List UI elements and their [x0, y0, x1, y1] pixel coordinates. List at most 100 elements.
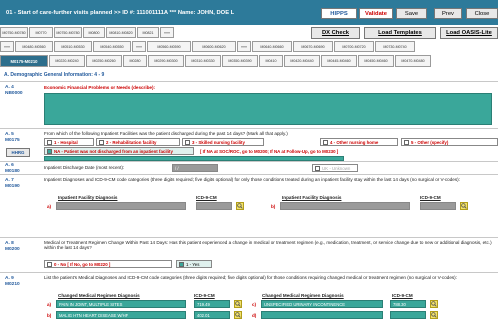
- tab-m0670[interactable]: M0670-M0690: [293, 41, 333, 52]
- m0210-b-icd-input[interactable]: 402.01: [194, 311, 230, 319]
- m0175-option-snf[interactable]: 3 - Skilled nursing facility: [182, 138, 264, 146]
- m0190-b-icd-input[interactable]: [420, 202, 456, 210]
- tab-m0510[interactable]: M0510-M0530: [54, 41, 92, 52]
- tab-m0220[interactable]: M0220-M0240: [49, 55, 85, 67]
- prev-button[interactable]: Prev: [434, 8, 462, 19]
- item-m0175-id: M0175: [5, 138, 20, 143]
- tab-m0450[interactable]: M0450-M0460: [358, 55, 394, 67]
- hipps-button[interactable]: HIPPS: [321, 8, 357, 19]
- m0210-a-icd-input[interactable]: 719.49: [194, 300, 230, 308]
- m0210-c-diagnosis-input[interactable]: UNSPECIFIED URINARY INCONTINENCE: [261, 300, 383, 308]
- section-title: A. Demographic General Information: 4 - …: [4, 72, 105, 78]
- dx-check-label: DX Check: [321, 30, 350, 36]
- item-m0210: A. 9 M0210 List the patient's Medical Di…: [0, 272, 498, 335]
- m0210-diagnosis-header-2: Changed Medical Regimen Diagnosis: [262, 293, 344, 298]
- item-m0190: A. 7 M0190 Inpatient Diagnoses and ICD-9…: [0, 174, 498, 236]
- tab-row-3: M0175-M0210 M0220-M0240 M0250-M0260 M028…: [0, 55, 432, 67]
- m0175-na-label: NA - Patient was not discharged from an …: [54, 148, 173, 154]
- economic-problems-textarea[interactable]: [44, 93, 492, 125]
- tab-m0770[interactable]: M0770: [29, 27, 53, 38]
- item-m0175: A. 5 M0175 From which of the following I…: [0, 128, 498, 161]
- item-a4-code: A. 4 NB0000: [5, 85, 23, 97]
- m0175-option-na[interactable]: NA - Patient was not discharged from an …: [44, 147, 194, 155]
- radio-icon: [47, 261, 52, 267]
- tab-m0410[interactable]: M0410: [259, 55, 283, 67]
- tab-m0420[interactable]: M0420-M0440: [284, 55, 320, 67]
- load-templates-button[interactable]: Load Templates: [364, 27, 436, 39]
- m0210-c-icd-input[interactable]: 788.30: [390, 300, 426, 308]
- m0190-b-diagnosis-input[interactable]: [280, 202, 410, 210]
- tab-m0600[interactable]: M0600-M0620: [192, 41, 236, 52]
- checkbox-icon: [99, 139, 104, 145]
- save-button[interactable]: Save: [396, 8, 427, 19]
- close-button[interactable]: Close: [466, 8, 498, 19]
- item-m0210-id: M0210: [5, 282, 20, 287]
- m0190-question: Inpatient Diagnoses and ICD-9-CM code ca…: [44, 177, 460, 182]
- tab-m0480[interactable]: M0480-M0560: [15, 41, 53, 52]
- m0190-icd-header: ICD-9-CM: [196, 195, 217, 200]
- tab-m0540[interactable]: M0540-M0550: [93, 41, 131, 52]
- economic-problems-label: Economic Financial Problems or Needs (de…: [44, 85, 156, 90]
- tab-m0750-a[interactable]: M0750-M0780: [0, 27, 28, 38]
- m0190-b-lookup-icon[interactable]: [460, 202, 468, 210]
- hhrg-button[interactable]: HHRG: [6, 148, 30, 157]
- m0210-row-d-label: d): [252, 313, 257, 318]
- tab-m0250[interactable]: M0250-M0260: [86, 55, 122, 67]
- m0200-option-no[interactable]: 0 - No [ If No, go to M0220 ]: [44, 260, 172, 268]
- item-m0200: A. 8 M0200 Medical or Treatment Regimen …: [0, 237, 498, 271]
- dx-check-button[interactable]: DX Check: [311, 27, 360, 39]
- checkbox-icon: [185, 139, 190, 145]
- m0190-a-icd-input[interactable]: [196, 202, 232, 210]
- load-oasis-lite-button[interactable]: Load OASIS-Lite: [440, 27, 498, 39]
- m0210-a-lookup-icon[interactable]: [234, 300, 242, 308]
- tab-next-arrows[interactable]: »»»: [160, 27, 174, 38]
- m0190-diagnosis-header-2: Inpatient Facility Diagnosis: [282, 195, 342, 200]
- tab-m0730[interactable]: M0730-M0740: [375, 41, 415, 52]
- m0200-option-yes[interactable]: 1 - Yes: [176, 260, 212, 268]
- tab-m0821[interactable]: M0821: [137, 27, 159, 38]
- validate-button[interactable]: Validate: [359, 8, 393, 19]
- tab-m0750-b[interactable]: M0750-M0780: [54, 27, 82, 38]
- checkbox-icon: [404, 139, 409, 145]
- tab-m0310[interactable]: M0310-M0330: [185, 55, 221, 67]
- m0210-d-diagnosis-input[interactable]: [261, 311, 383, 319]
- m0210-d-icd-input[interactable]: [390, 311, 426, 319]
- item-a4-id: NB0000: [5, 91, 23, 96]
- m0210-a-diagnosis-input[interactable]: PAIN IN JOINT, MULTIPLE SITES: [56, 300, 186, 308]
- m0210-row-c-label: c): [252, 302, 257, 307]
- discharge-date-input[interactable]: / /: [172, 164, 218, 172]
- m0210-row-b-label: b): [47, 313, 52, 318]
- m0175-option-hospital[interactable]: 1 - Hospital: [44, 138, 94, 146]
- tab-row-2: ««« M0480-M0560 M0510-M0530 M0540-M0550 …: [0, 41, 416, 52]
- m0175-option-4-label: 4 - Other nursing home: [330, 139, 379, 145]
- tab-m0810[interactable]: M0810-M0820: [106, 27, 136, 38]
- checkbox-icon: [315, 165, 320, 171]
- tab-m0290[interactable]: M0290-M0300: [148, 55, 184, 67]
- tab-prev-arrows[interactable]: «««: [0, 41, 14, 52]
- tab-m0175-active[interactable]: M0175-M0210: [0, 55, 48, 67]
- radio-checked-icon: [179, 261, 184, 267]
- tab-m0700[interactable]: M0700-M0720: [334, 41, 374, 52]
- m0180-unknown-checkbox[interactable]: UK - Unknown: [312, 164, 358, 172]
- m0210-d-lookup-icon[interactable]: [430, 311, 438, 319]
- m0190-a-diagnosis-input[interactable]: [56, 202, 186, 210]
- tab-next-arrows-2[interactable]: »»»: [132, 41, 146, 52]
- tab-m0560[interactable]: M0560-M0590: [147, 41, 191, 52]
- m0175-option-rehab[interactable]: 2 - Rehabilitation facility: [96, 138, 180, 146]
- item-m0180: A. 6 M0180 Inpatient Discharge Date (mos…: [0, 161, 498, 174]
- tab-m0445[interactable]: M0445-M0460: [321, 55, 357, 67]
- m0210-b-lookup-icon[interactable]: [234, 311, 242, 319]
- checkbox-icon: [323, 139, 328, 145]
- tab-m0350[interactable]: M0350-M0390: [222, 55, 258, 67]
- m0190-a-lookup-icon[interactable]: [236, 202, 244, 210]
- m0175-option-other-specify[interactable]: 5 - Other (specify): [401, 138, 498, 146]
- checkbox-icon: [47, 139, 52, 145]
- tab-prev-arrows-2[interactable]: «««: [237, 41, 251, 52]
- m0175-option-other-nursing[interactable]: 4 - Other nursing home: [320, 138, 398, 146]
- tab-m0800[interactable]: M0800: [83, 27, 105, 38]
- m0210-c-lookup-icon[interactable]: [430, 300, 438, 308]
- tab-m0280[interactable]: M0280: [123, 55, 147, 67]
- tab-m0470[interactable]: M0470-M0480: [395, 55, 431, 67]
- tab-m0640[interactable]: M0640-M0660: [252, 41, 292, 52]
- m0210-b-diagnosis-input[interactable]: MALIG HTN HEART DISEASE W/HF: [56, 311, 186, 319]
